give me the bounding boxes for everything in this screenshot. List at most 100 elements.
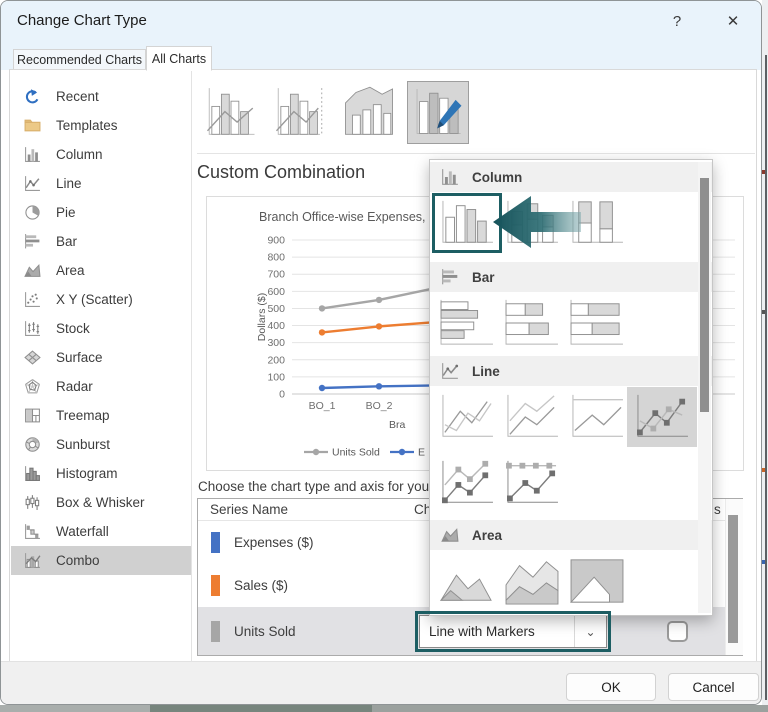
ok-button[interactable]: OK	[566, 673, 656, 701]
sidebar-item-x-y-scatter[interactable]: X Y (Scatter)	[11, 285, 191, 314]
line-icon	[24, 175, 41, 192]
gallery-thumb-clustered-column-line-combo[interactable]	[200, 81, 262, 144]
close-button[interactable]: ✕	[713, 7, 753, 35]
series-marker	[318, 329, 326, 336]
flyout-thumb-clustered-bar[interactable]	[437, 298, 497, 348]
sidebar-item-radar[interactable]: Radar	[11, 372, 191, 401]
y-tick-label: 700	[267, 269, 285, 281]
flyout-thumb-line[interactable]	[437, 392, 497, 442]
gallery-divider	[197, 153, 755, 154]
gallery-thumb-custom-combination-combo[interactable]	[407, 81, 469, 144]
series-color-chip	[211, 532, 220, 553]
y-tick-label: 100	[267, 371, 285, 383]
sidebar-item-surface[interactable]: Surface	[11, 343, 191, 372]
gallery-thumb-stacked-area-clustered-column-combo[interactable]	[338, 81, 400, 144]
sidebar-item-bar[interactable]: Bar	[11, 227, 191, 256]
combo-variant-gallery	[200, 81, 469, 144]
cancel-label: Cancel	[692, 679, 735, 695]
box-whisker-icon	[24, 494, 41, 511]
bar-icon	[440, 268, 460, 286]
flyout-thumb-clustered-column[interactable]	[432, 193, 502, 253]
tab-recommended-charts[interactable]: Recommended Charts	[13, 49, 146, 70]
cancel-button[interactable]: Cancel	[668, 673, 759, 701]
legend-label: Units Sold	[332, 447, 380, 459]
tab-strip: Recommended Charts All Charts	[1, 41, 761, 71]
sidebar-item-label: Column	[56, 147, 103, 162]
series-color-chip	[211, 620, 220, 642]
treemap-icon	[24, 407, 41, 424]
area-icon	[24, 262, 41, 279]
sidebar-item-label: Combo	[56, 553, 100, 568]
stock-icon	[24, 320, 41, 337]
background-window-edge	[765, 55, 767, 700]
scatter-icon	[24, 291, 41, 308]
sidebar-item-pie[interactable]: Pie	[11, 198, 191, 227]
flyout-thumb-hundred-stacked-line[interactable]	[567, 392, 627, 442]
background-strip-segment	[0, 705, 150, 712]
y-tick-label: 400	[267, 320, 285, 332]
sidebar-item-stock[interactable]: Stock	[11, 314, 191, 343]
sidebar-item-sunburst[interactable]: Sunburst	[11, 430, 191, 459]
flyout-thumb-area[interactable]	[437, 556, 497, 606]
waterfall-icon	[24, 523, 41, 540]
chart-type-flyout: Column Bar Line Area	[429, 159, 713, 616]
tab-label: Recommended Charts	[16, 53, 143, 67]
flyout-scrollbar-thumb[interactable]	[700, 178, 709, 412]
flyout-thumb-hundred-stacked-column[interactable]	[567, 198, 627, 248]
flyout-thumb-hundred-stacked-line-with-markers[interactable]	[502, 458, 562, 508]
y-tick-label: 300	[267, 337, 285, 349]
sidebar-item-column[interactable]: Column	[11, 140, 191, 169]
series-name: Sales ($)	[234, 578, 289, 593]
flyout-thumb-hundred-stacked-area[interactable]	[567, 556, 627, 606]
background-strip-segment	[150, 705, 372, 712]
background-speck	[762, 468, 765, 472]
series-marker	[375, 383, 383, 390]
sidebar-item-label: Waterfall	[56, 524, 109, 539]
sidebar-item-label: Bar	[56, 234, 78, 249]
flyout-thumb-stacked-line-with-markers[interactable]	[437, 458, 497, 508]
flyout-thumb-stacked-area[interactable]	[502, 556, 562, 606]
flyout-thumb-hundred-stacked-bar[interactable]	[567, 298, 627, 348]
sidebar-item-label: Surface	[56, 350, 103, 365]
sidebar-item-waterfall[interactable]: Waterfall	[11, 517, 191, 546]
line-flyout-icon	[440, 362, 460, 380]
sidebar-item-box-whisker[interactable]: Box & Whisker	[11, 488, 191, 517]
column-icon	[24, 146, 41, 163]
sidebar-item-label: Treemap	[56, 408, 110, 423]
chevron-down-icon[interactable]: ⌄	[574, 616, 606, 647]
secondary-axis-checkbox[interactable]	[667, 621, 688, 642]
sidebar-item-treemap[interactable]: Treemap	[11, 401, 191, 430]
flyout-thumb-line-with-markers[interactable]	[632, 392, 692, 442]
flyout-thumb-stacked-bar[interactable]	[502, 298, 562, 348]
sidebar-item-histogram[interactable]: Histogram	[11, 459, 191, 488]
sidebar-item-combo[interactable]: Combo	[11, 546, 191, 575]
y-tick-label: 900	[267, 235, 285, 247]
flyout-thumb-stacked-line[interactable]	[502, 392, 562, 442]
help-button[interactable]: ?	[657, 7, 697, 35]
flyout-row	[430, 292, 712, 356]
area-flyout-icon	[440, 526, 460, 544]
sidebar-item-line[interactable]: Line	[11, 169, 191, 198]
chart-type-dropdown[interactable]: Line with Markers ⌄	[419, 615, 607, 648]
sidebar-item-recent[interactable]: Recent	[11, 82, 191, 111]
flyout-row	[430, 452, 712, 520]
gallery-thumb-clustered-column-line-secondary-axis-combo[interactable]	[269, 81, 331, 144]
sidebar-item-label: Radar	[56, 379, 93, 394]
series-table-scrollbar-thumb[interactable]	[728, 515, 738, 643]
dialog-title: Change Chart Type	[17, 12, 147, 29]
tab-all-charts[interactable]: All Charts	[146, 46, 212, 71]
series-color-chip	[211, 575, 220, 596]
chart-type-sidebar: Recent Templates Column Line Pie Bar Area X Y (…	[11, 82, 191, 575]
series-prompt-text: Choose the chart type and axis for your	[198, 479, 434, 494]
close-icon: ✕	[726, 13, 740, 30]
flyout-section-header-column: Column	[430, 162, 712, 192]
sidebar-item-area[interactable]: Area	[11, 256, 191, 285]
flyout-thumb-stacked-column[interactable]	[502, 198, 562, 248]
histogram-icon	[24, 465, 41, 482]
series-marker	[318, 305, 326, 312]
dialog-titlebar[interactable]: Change Chart Type ? ✕	[1, 1, 761, 41]
series-marker	[375, 323, 383, 330]
sidebar-item-label: Area	[56, 263, 85, 278]
sidebar-item-templates[interactable]: Templates	[11, 111, 191, 140]
column-icon	[440, 168, 460, 186]
